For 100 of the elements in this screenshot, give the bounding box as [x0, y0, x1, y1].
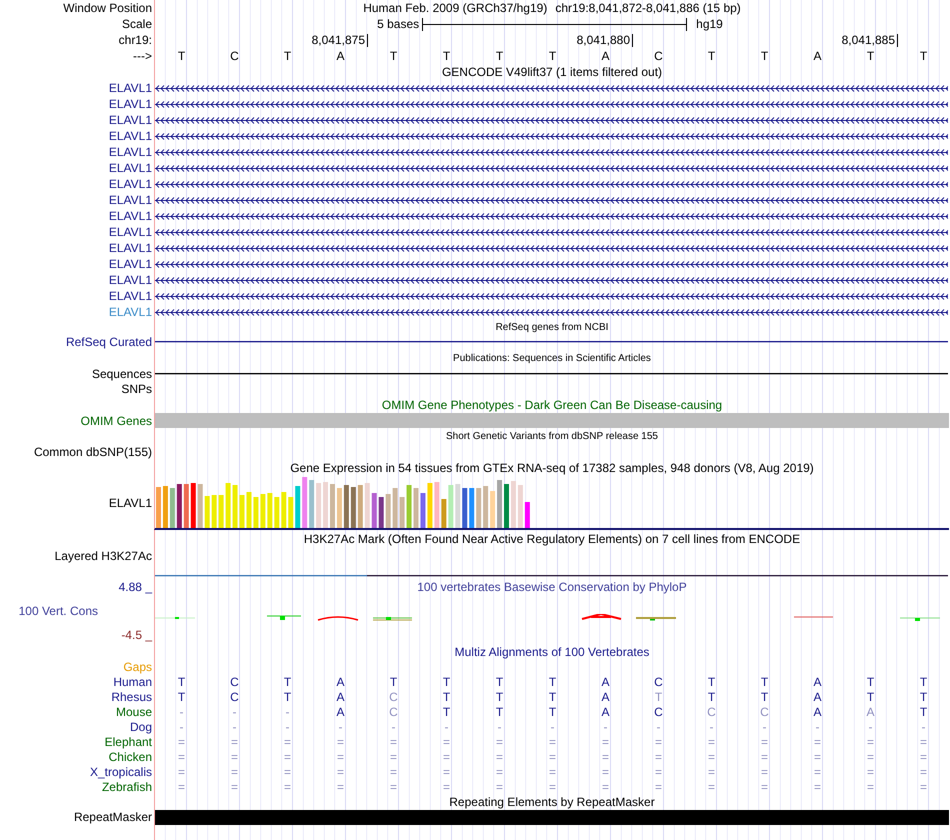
row-label: Scale: [122, 17, 152, 31]
aligned-base: =: [920, 764, 927, 778]
dna-base: C: [230, 49, 239, 63]
track-label[interactable]: Layered H3K27Ac: [54, 549, 152, 563]
track-label[interactable]: OMIM Genes: [80, 414, 152, 428]
track-title: Repeating Elements by RepeatMasker: [449, 794, 655, 808]
aligned-base: =: [336, 780, 344, 794]
aligned-base: A: [336, 704, 344, 718]
dna-base: T: [708, 49, 716, 63]
track-label[interactable]: ELAVL1: [108, 496, 152, 510]
dna-base: C: [654, 49, 663, 63]
dna-base: T: [284, 49, 292, 63]
gene-label[interactable]: ELAVL1: [108, 289, 152, 303]
aligned-base: =: [496, 734, 503, 748]
aligned-base: =: [866, 780, 874, 794]
gene-label[interactable]: ELAVL1: [108, 209, 152, 223]
aligned-base: T: [284, 690, 292, 704]
aligned-base: =: [442, 764, 450, 778]
track-label[interactable]: RepeatMasker: [74, 810, 152, 824]
aligned-base: =: [654, 750, 662, 764]
species-label: Zebrafish: [102, 780, 152, 794]
aligned-base: T: [708, 674, 716, 688]
aligned-base: =: [708, 780, 715, 794]
aligned-base: =: [496, 764, 503, 778]
track-label[interactable]: 100 Vert. Cons: [18, 604, 98, 618]
aligned-base: =: [496, 780, 503, 794]
aligned-base: T: [442, 704, 450, 718]
gene-label[interactable]: ELAVL1: [108, 97, 152, 111]
position-text: chr19:8,041,872-8,041,886 (15 bp): [555, 1, 741, 15]
aligned-base: C: [389, 690, 398, 704]
aligned-base: C: [389, 704, 398, 718]
track-label[interactable]: RefSeq Curated: [66, 335, 152, 349]
track-label[interactable]: SNPs: [121, 382, 152, 396]
aligned-base: =: [760, 780, 768, 794]
aligned-base: C: [230, 674, 239, 688]
gene-label[interactable]: ELAVL1: [108, 225, 152, 239]
aligned-base: =: [496, 750, 503, 764]
aligned-base: =: [760, 734, 768, 748]
aligned-base: C: [760, 704, 769, 718]
aligned-base: -: [444, 720, 448, 734]
gene-label[interactable]: ELAVL1: [108, 145, 152, 159]
scale-assembly-text: hg19: [696, 17, 723, 31]
gene-label[interactable]: ELAVL1: [108, 273, 152, 287]
aligned-base: =: [866, 764, 874, 778]
aligned-base: A: [813, 674, 822, 688]
species-label: Mouse: [116, 704, 152, 718]
aligned-base: T: [708, 690, 716, 704]
aligned-base: T: [548, 690, 556, 704]
aligned-base: =: [230, 780, 238, 794]
gene-label[interactable]: ELAVL1: [108, 193, 152, 207]
aligned-base: =: [548, 750, 556, 764]
aligned-base: =: [390, 734, 397, 748]
aligned-base: =: [920, 780, 927, 794]
axis-max-label: 4.88 _: [118, 580, 152, 594]
dna-base: T: [548, 49, 556, 63]
aligned-base: =: [442, 750, 450, 764]
row-label: chr19:: [118, 33, 152, 47]
track-title: Short Genetic Variants from dbSNP release 155: [446, 431, 658, 442]
gene-label[interactable]: ELAVL1: [108, 177, 152, 191]
aligned-base: T: [920, 674, 928, 688]
gene-label[interactable]: ELAVL1: [108, 241, 152, 255]
dna-base: T: [496, 49, 504, 63]
aligned-base: T: [760, 674, 768, 688]
aligned-base: =: [178, 780, 185, 794]
gene-label[interactable]: ELAVL1: [108, 305, 152, 319]
aligned-base: T: [920, 704, 928, 718]
aligned-base: =: [920, 734, 927, 748]
aligned-base: -: [710, 720, 714, 734]
aligned-base: =: [442, 734, 450, 748]
dna-base: T: [442, 49, 450, 63]
gene-label[interactable]: ELAVL1: [108, 129, 152, 143]
gene-label[interactable]: ELAVL1: [108, 113, 152, 127]
track-label[interactable]: Sequences: [92, 366, 152, 380]
aligned-base: =: [230, 764, 238, 778]
gene-label[interactable]: ELAVL1: [108, 257, 152, 271]
aligned-base: -: [286, 720, 290, 734]
aligned-base: -: [232, 720, 236, 734]
species-label: Chicken: [108, 750, 152, 764]
aligned-base: T: [178, 690, 186, 704]
aligned-base: =: [866, 734, 874, 748]
aligned-base: =: [814, 764, 821, 778]
aligned-base: -: [338, 720, 342, 734]
aligned-base: -: [762, 720, 766, 734]
aligned-base: =: [708, 734, 715, 748]
dna-base: T: [390, 49, 398, 63]
position-tick: 8,041,885: [842, 34, 898, 46]
track-title: H3K27Ac Mark (Often Found Near Active Regulatory Elements) on 7 cell lines from ENCODE: [304, 532, 800, 546]
aligned-base: A: [813, 690, 822, 704]
aligned-base: =: [602, 750, 609, 764]
aligned-base: C: [654, 674, 663, 688]
track-title: GENCODE V49lift37 (1 items filtered out): [442, 65, 662, 79]
track-title: OMIM Gene Phenotypes - Dark Green Can Be Disease-causing: [382, 398, 722, 412]
gene-label[interactable]: ELAVL1: [108, 81, 152, 95]
aligned-base: =: [390, 780, 397, 794]
track-title: Publications: Sequences in Scientific Articles: [453, 352, 651, 364]
scale-text: 5 bases: [377, 17, 420, 31]
dna-base: A: [336, 49, 344, 63]
gene-label[interactable]: ELAVL1: [108, 161, 152, 175]
track-label[interactable]: Common dbSNP(155): [34, 445, 152, 459]
aligned-base: =: [814, 734, 821, 748]
